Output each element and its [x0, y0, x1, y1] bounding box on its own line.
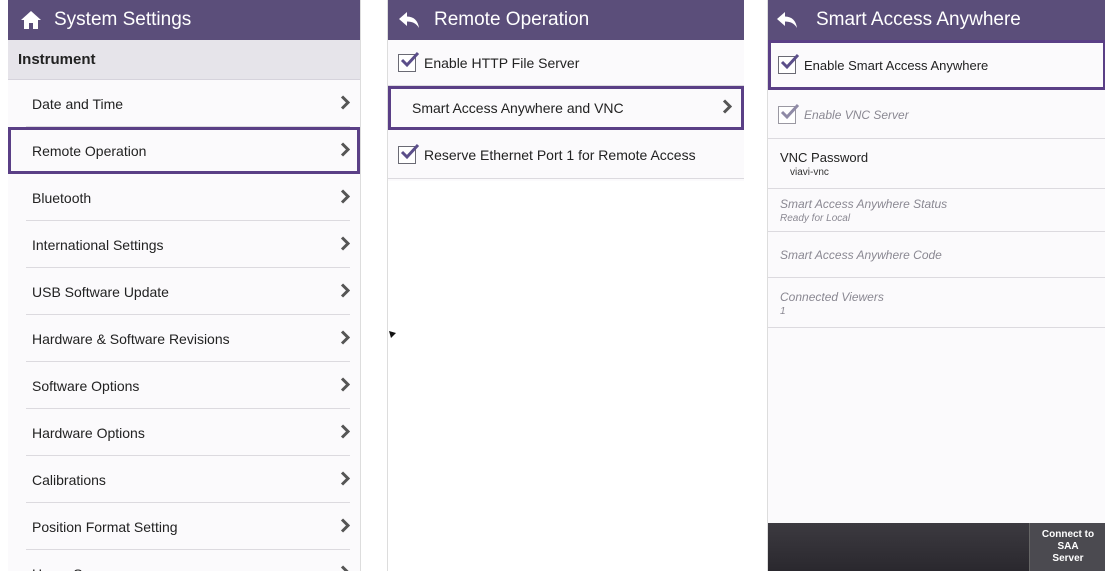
settings-list-item-label: Position Format Setting: [32, 518, 178, 535]
chevron-right-icon: [340, 423, 351, 442]
chevron-right-icon: [340, 470, 351, 489]
system-settings-panel: System Settings Instrument Date and Time…: [8, 0, 361, 571]
settings-list-item[interactable]: Software Options: [8, 362, 360, 409]
settings-list-item-label: Home Screen: [32, 566, 118, 571]
settings-list-item[interactable]: Calibrations: [8, 456, 360, 503]
reserve-ethernet-port-checkbox[interactable]: Reserve Ethernet Port 1 for Remote Acces…: [388, 130, 744, 179]
checkbox-checked-icon[interactable]: [398, 51, 420, 72]
settings-list-item-label: Hardware & Software Revisions: [32, 330, 230, 347]
settings-list-item[interactable]: Home Screen: [8, 550, 360, 571]
chevron-right-icon: [340, 94, 351, 113]
settings-list-item-label: USB Software Update: [32, 283, 169, 300]
saa-code-field: Smart Access Anywhere Code: [768, 232, 1105, 278]
connect-to-saa-server-button[interactable]: Connect to SAA Server: [1029, 523, 1105, 571]
settings-list-item[interactable]: International Settings: [8, 221, 360, 268]
chevron-right-icon: [340, 235, 351, 254]
empty-content-area: [388, 181, 744, 571]
settings-list-item[interactable]: Position Format Setting: [8, 503, 360, 550]
section-header-instrument: Instrument: [8, 40, 360, 80]
smart-access-anywhere-panel: Smart Access Anywhere Enable Smart Acces…: [767, 0, 1105, 571]
connected-viewers-field: Connected Viewers 1: [768, 278, 1105, 328]
page-title: Smart Access Anywhere: [816, 9, 1021, 30]
settings-list-item[interactable]: Date and Time: [8, 80, 360, 127]
connected-viewers-label: Connected Viewers: [780, 289, 884, 304]
page-title: Remote Operation: [434, 9, 590, 30]
bottom-action-bar: Connect to SAA Server: [768, 523, 1105, 571]
settings-list-item-label: Software Options: [32, 377, 140, 394]
settings-list-item-label: International Settings: [32, 236, 164, 253]
settings-list-item-label: Date and Time: [32, 95, 124, 112]
settings-list-item[interactable]: Remote Operation: [8, 127, 360, 174]
checkbox-checked-icon[interactable]: [778, 103, 800, 124]
enable-http-file-server-checkbox[interactable]: Enable HTTP File Server: [388, 40, 744, 86]
smart-access-anywhere-titlebar: Smart Access Anywhere: [768, 0, 1105, 40]
settings-list-item-label: Bluetooth: [32, 189, 92, 206]
settings-list-item[interactable]: Bluetooth: [8, 174, 360, 221]
chevron-right-icon: [340, 282, 351, 301]
saa-status-field: Smart Access Anywhere Status Ready for L…: [768, 189, 1105, 232]
chevron-right-icon: [340, 329, 351, 348]
connect-button-line2: Server: [1052, 553, 1084, 564]
saa-status-label: Smart Access Anywhere Status: [780, 197, 948, 211]
settings-list-item-label: Calibrations: [32, 471, 106, 488]
checkbox-checked-icon[interactable]: [398, 143, 420, 164]
vnc-password-label: VNC Password: [780, 150, 869, 165]
remote-operation-titlebar: Remote Operation: [388, 0, 744, 40]
home-icon[interactable]: [20, 10, 42, 30]
chevron-right-icon: [340, 141, 351, 160]
vnc-password-value: viavi-vnc: [790, 167, 829, 178]
divider: [388, 178, 744, 179]
divider: [768, 327, 1105, 328]
back-arrow-icon[interactable]: [776, 11, 798, 29]
settings-list: Date and Time Remote Operation Bluetooth In…: [8, 80, 360, 571]
settings-list-item[interactable]: Hardware & Software Revisions: [8, 315, 360, 362]
settings-list-item[interactable]: Hardware Options: [8, 409, 360, 456]
connected-viewers-value: 1: [780, 305, 786, 317]
vnc-password-field[interactable]: VNC Password viavi-vnc: [768, 139, 1105, 189]
remote-operation-panel: Remote Operation Enable HTTP File Server…: [387, 0, 744, 571]
settings-list-item-label: Remote Operation: [32, 142, 147, 159]
saa-code-label: Smart Access Anywhere Code: [780, 248, 942, 262]
chevron-right-icon: [340, 188, 351, 207]
enable-vnc-server-checkbox[interactable]: Enable VNC Server: [768, 90, 1105, 139]
page-title: System Settings: [54, 9, 192, 30]
connect-button-line1: Connect to SAA: [1041, 529, 1095, 552]
chevron-right-icon: [340, 376, 351, 395]
enable-saa-label: Enable Smart Access Anywhere: [804, 57, 989, 73]
chevron-right-icon: [722, 99, 733, 118]
chevron-right-icon: [340, 564, 350, 571]
mouse-cursor-icon: [389, 326, 397, 344]
settings-list-item[interactable]: USB Software Update: [8, 268, 360, 315]
saa-vnc-label: Smart Access Anywhere and VNC: [412, 100, 624, 116]
checkbox-checked-icon[interactable]: [778, 53, 800, 74]
system-settings-titlebar: System Settings: [8, 0, 360, 40]
enable-smart-access-anywhere-checkbox[interactable]: Enable Smart Access Anywhere: [768, 40, 1105, 90]
enable-http-label: Enable HTTP File Server: [424, 55, 580, 71]
enable-vnc-label: Enable VNC Server: [804, 107, 909, 122]
back-arrow-icon[interactable]: [398, 11, 420, 29]
saa-status-value: Ready for Local: [780, 213, 851, 224]
chevron-right-icon: [340, 517, 351, 536]
reserve-ethernet-label: Reserve Ethernet Port 1 for Remote Acces…: [424, 146, 696, 163]
settings-list-item-label: Hardware Options: [32, 424, 145, 441]
smart-access-anywhere-vnc-item[interactable]: Smart Access Anywhere and VNC: [388, 86, 744, 130]
